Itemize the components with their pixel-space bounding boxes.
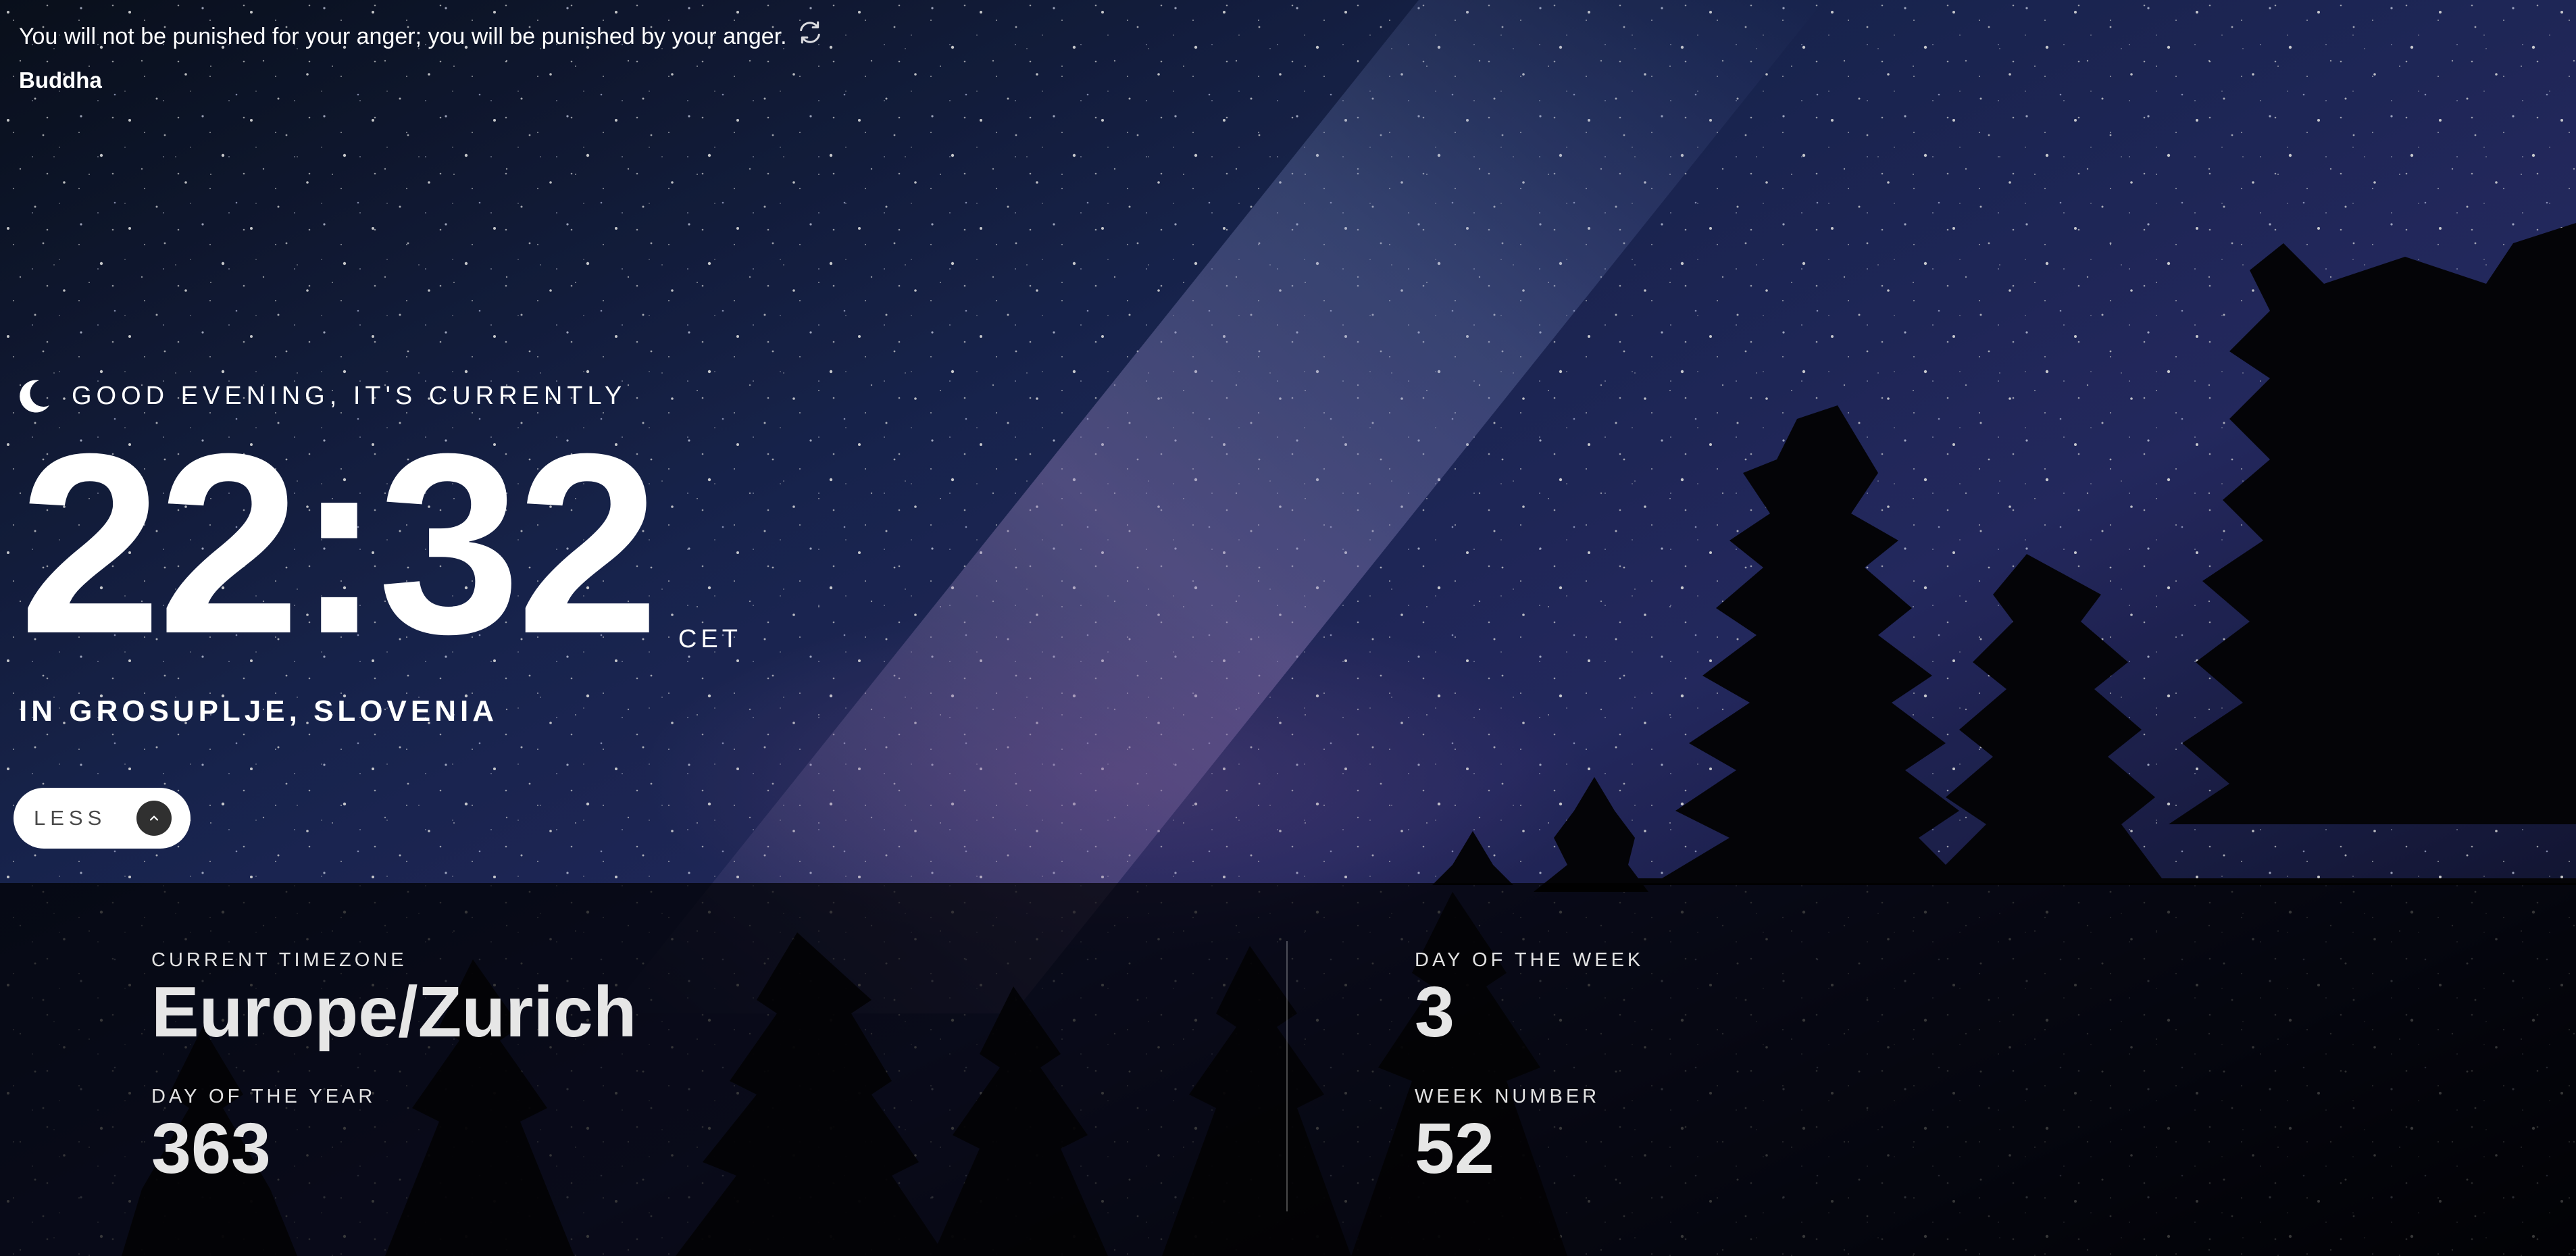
week-number-label: WEEK NUMBER [1415,1086,1600,1107]
day-of-year-label: DAY OF THE YEAR [151,1086,376,1107]
refresh-icon[interactable] [797,19,824,46]
day-of-week-value: 3 [1415,972,1455,1052]
detail-day-of-week: DAY OF THE WEEK 3 [1415,948,1644,1052]
quote-row: You will not be punished for your anger;… [19,19,965,54]
detail-week-number: WEEK NUMBER 52 [1415,1084,1600,1188]
time-row: 22:32 CET [19,400,742,687]
less-button-label: LESS [34,806,107,830]
detail-timezone: CURRENT TIMEZONE Europe/Zurich [151,948,637,1052]
timezone-abbreviation: CET [678,625,742,653]
details-panel: CURRENT TIMEZONE Europe/Zurich DAY OF TH… [0,883,2576,1256]
day-of-week-label: DAY OF THE WEEK [1415,949,1644,971]
quote-text: You will not be punished for your anger;… [19,24,787,49]
timezone-label: CURRENT TIMEZONE [151,949,407,971]
details-divider [1286,941,1288,1211]
clock-app: You will not be punished for your anger;… [0,0,2576,1256]
less-button[interactable]: LESS [14,788,191,849]
quote-author: Buddha [19,68,102,93]
quote-block: You will not be punished for your anger;… [19,19,965,97]
day-of-year-value: 363 [151,1109,271,1188]
location-text: IN GROSUPLJE, SLOVENIA [19,695,498,728]
week-number-value: 52 [1415,1109,1494,1188]
current-time: 22:32 [19,400,659,687]
detail-day-of-year: DAY OF THE YEAR 363 [151,1084,376,1188]
timezone-value: Europe/Zurich [151,972,637,1052]
chevron-up-icon [136,801,172,836]
